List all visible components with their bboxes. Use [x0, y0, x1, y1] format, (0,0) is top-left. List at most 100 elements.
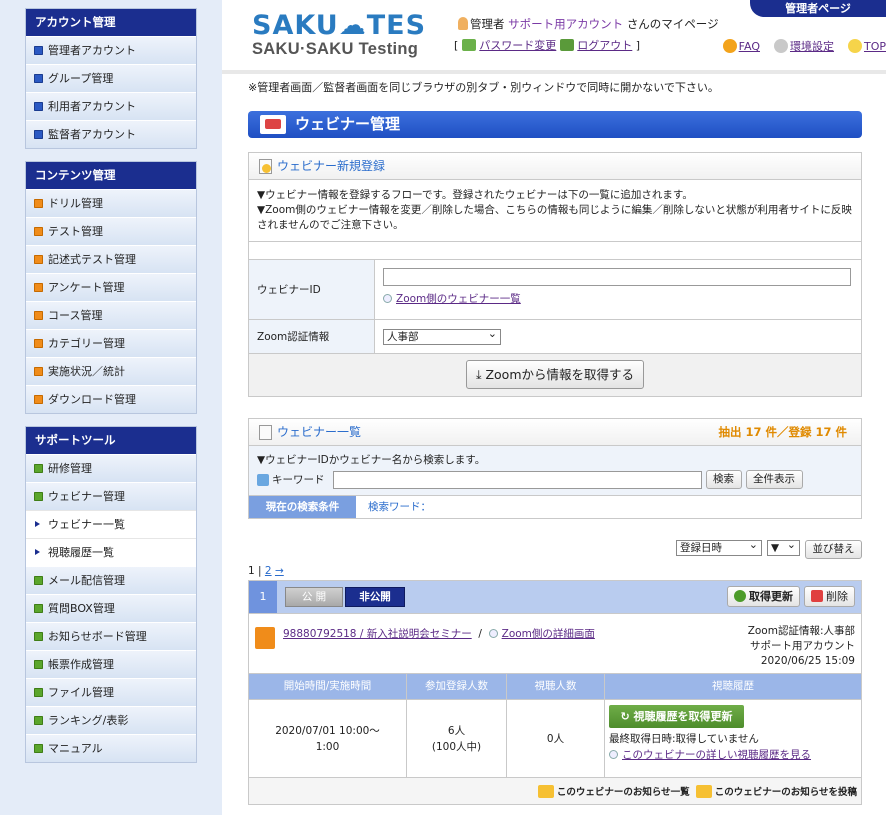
- webinar-title-link[interactable]: 98880792518 / 新入社説明会セミナー: [283, 628, 472, 640]
- user-name: サポート用アカウント: [508, 17, 624, 31]
- webinar-record: 1 公 開 非公開 取得更新 削除 98880792518 / 新入社説明会セミ…: [248, 580, 862, 805]
- record-info: 98880792518 / 新入社説明会セミナー / Zoom側の詳細画面 Zo…: [249, 613, 861, 673]
- keyword-label: キーワード: [272, 474, 325, 486]
- sidebar-item-user-account[interactable]: 利用者アカウント: [26, 92, 196, 120]
- zoom-detail-link[interactable]: Zoom側の詳細画面: [502, 628, 595, 640]
- triangle-bullet-icon: [35, 549, 40, 555]
- support-menu: サポートツール 研修管理 ウェビナー管理 ウェビナー一覧 視聴履歴一覧 メール配…: [25, 426, 197, 763]
- sort-controls: 登録日時 ▼ 並び替え: [676, 538, 862, 559]
- sidebar-item-manual[interactable]: マニュアル: [26, 734, 196, 762]
- private-button[interactable]: 非公開: [345, 587, 405, 607]
- logo[interactable]: SAKU☁TES SAKU·SAKU Testing: [252, 12, 426, 59]
- sidebar-item-drill[interactable]: ドリル管理: [26, 189, 196, 217]
- sidebar-item-test[interactable]: テスト管理: [26, 217, 196, 245]
- sort-order-select[interactable]: ▼: [767, 538, 800, 556]
- main-area: SAKU☁TES SAKU·SAKU Testing 管理者ページ 管理者 サポ…: [222, 0, 886, 815]
- sidebar-item-written-test[interactable]: 記述式テスト管理: [26, 245, 196, 273]
- refresh-icon: [734, 590, 746, 602]
- square-bullet-icon: [34, 311, 43, 320]
- sidebar-item-ranking[interactable]: ランキング/表彰: [26, 706, 196, 734]
- zoom-webinar-list-link[interactable]: Zoom側のウェビナー一覧: [396, 293, 521, 305]
- pager-next-arrow[interactable]: →: [275, 565, 284, 577]
- sidebar-item-notice-board[interactable]: お知らせボード管理: [26, 622, 196, 650]
- sidebar-item-category[interactable]: カテゴリー管理: [26, 329, 196, 357]
- password-change-link[interactable]: パスワード変更: [479, 39, 556, 52]
- webinar-id-input[interactable]: [383, 268, 851, 286]
- search-button[interactable]: 検索: [705, 470, 742, 489]
- webinar-list-panel: ウェビナー一覧 抽出 17 件／登録 17 件 ▼ウェビナーIDかウェビナー名か…: [248, 418, 862, 519]
- zoom-list-link-wrap: Zoom側のウェビナー一覧: [383, 291, 853, 306]
- record-account: サポート用アカウント: [750, 640, 855, 652]
- refresh-button[interactable]: 取得更新: [727, 586, 800, 607]
- registrations-cell: 6人 (100人中): [407, 699, 506, 777]
- sort-field-select[interactable]: 登録日時: [676, 538, 762, 556]
- sidebar-item-course[interactable]: コース管理: [26, 301, 196, 329]
- zoom-auth-select[interactable]: 人事部: [383, 327, 501, 345]
- fetch-from-zoom-button[interactable]: ⤓ Zoomから情報を取得する: [466, 360, 644, 389]
- sort-button[interactable]: 並び替え: [805, 540, 862, 559]
- sidebar-item-forms[interactable]: 帳票作成管理: [26, 650, 196, 678]
- public-button[interactable]: 公 開: [285, 587, 343, 607]
- faq-link[interactable]: FAQ: [739, 40, 760, 53]
- record-links: 98880792518 / 新入社説明会セミナー / Zoom側の詳細画面: [283, 628, 595, 640]
- keyword-input[interactable]: [332, 470, 702, 489]
- fetch-history-button[interactable]: ↻ 視聴履歴を取得更新: [609, 705, 744, 728]
- header-viewers: 視聴人数: [507, 674, 604, 699]
- sidebar-item-supervisor-account[interactable]: 監督者アカウント: [26, 120, 196, 148]
- sidebar-item-download[interactable]: ダウンロード管理: [26, 385, 196, 413]
- sidebar-item-survey[interactable]: アンケート管理: [26, 273, 196, 301]
- view-history-cell: ↻ 視聴履歴を取得更新 最終取得日時:取得していません このウェビナーの詳しい視…: [605, 699, 861, 777]
- sidebar-item-question-box[interactable]: 質問BOX管理: [26, 594, 196, 622]
- refresh-icon: ↻: [620, 710, 634, 723]
- utility-links: FAQ 環境設定 TOP: [722, 38, 886, 54]
- header-divider: [222, 70, 886, 74]
- square-bullet-icon: [34, 716, 43, 725]
- search-condition-value: 検索ワード：: [368, 501, 431, 513]
- link-arrow-icon: [488, 629, 498, 638]
- account-menu-header: アカウント管理: [26, 9, 196, 36]
- settings-link[interactable]: 環境設定: [790, 40, 834, 53]
- link-arrow-icon: [383, 294, 392, 303]
- top-link[interactable]: TOP: [864, 40, 886, 53]
- sidebar: アカウント管理 管理者アカウント グループ管理 利用者アカウント 監督者アカウン…: [0, 0, 222, 815]
- notice-list-icon: [537, 785, 554, 798]
- content-menu-header: コンテンツ管理: [26, 162, 196, 189]
- notice-post-button[interactable]: このウェビナーのお知らせを投稿: [695, 784, 857, 798]
- square-bullet-icon: [34, 604, 43, 613]
- delete-icon: [811, 590, 823, 602]
- pager-page-2[interactable]: 2: [265, 565, 272, 577]
- keyword-row: キーワード 検索 全件表示: [257, 470, 853, 489]
- sidebar-item-status-stats[interactable]: 実施状況／統計: [26, 357, 196, 385]
- notice-list-button[interactable]: このウェビナーのお知らせ一覧: [537, 784, 690, 798]
- faq-icon: [722, 39, 737, 53]
- record-meta: Zoom認証情報:人事部 サポート用アカウント 2020/06/25 15:09: [748, 624, 855, 669]
- admin-page-tag: 管理者ページ: [750, 0, 886, 17]
- sidebar-item-webinar[interactable]: ウェビナー管理: [26, 482, 196, 510]
- link-arrow-icon: [609, 750, 618, 759]
- new-document-icon: [259, 159, 272, 174]
- content-menu: コンテンツ管理 ドリル管理 テスト管理 記述式テスト管理 アンケート管理 コース…: [25, 161, 197, 414]
- sidebar-item-files[interactable]: ファイル管理: [26, 678, 196, 706]
- sidebar-item-group[interactable]: グループ管理: [26, 64, 196, 92]
- sidebar-item-webinar-list[interactable]: ウェビナー一覧: [26, 510, 196, 538]
- square-bullet-icon: [34, 227, 43, 236]
- square-bullet-icon: [34, 660, 43, 669]
- square-bullet-icon: [34, 74, 43, 83]
- user-suffix: さんのマイページ: [626, 17, 719, 31]
- logout-link[interactable]: ログアウト: [577, 39, 632, 52]
- square-bullet-icon: [34, 102, 43, 111]
- sidebar-item-training[interactable]: 研修管理: [26, 454, 196, 482]
- sidebar-item-mail[interactable]: メール配信管理: [26, 566, 196, 594]
- register-note-2: ▼Zoom側のウェビナー情報を変更／削除した場合、こちらの情報も同じように編集／…: [257, 204, 852, 231]
- register-note-1: ▼ウェビナー情報を登録するフローです。登録されたウェビナーは下の一覧に追加されま…: [257, 189, 693, 201]
- fetch-row: ⤓ Zoomから情報を取得する: [249, 354, 861, 396]
- zoom-auth-row: Zoom認証情報 人事部: [249, 320, 861, 354]
- square-bullet-icon: [34, 395, 43, 404]
- show-all-button[interactable]: 全件表示: [745, 470, 803, 489]
- sidebar-item-admin-account[interactable]: 管理者アカウント: [26, 36, 196, 64]
- sidebar-item-view-history[interactable]: 視聴履歴一覧: [26, 538, 196, 566]
- detailed-history-link[interactable]: このウェビナーの詳しい視聴履歴を見る: [622, 749, 811, 761]
- search-area: ▼ウェビナーIDかウェビナー名から検索します。 キーワード 検索 全件表示: [249, 446, 861, 495]
- square-bullet-icon: [34, 130, 43, 139]
- delete-button[interactable]: 削除: [804, 586, 855, 607]
